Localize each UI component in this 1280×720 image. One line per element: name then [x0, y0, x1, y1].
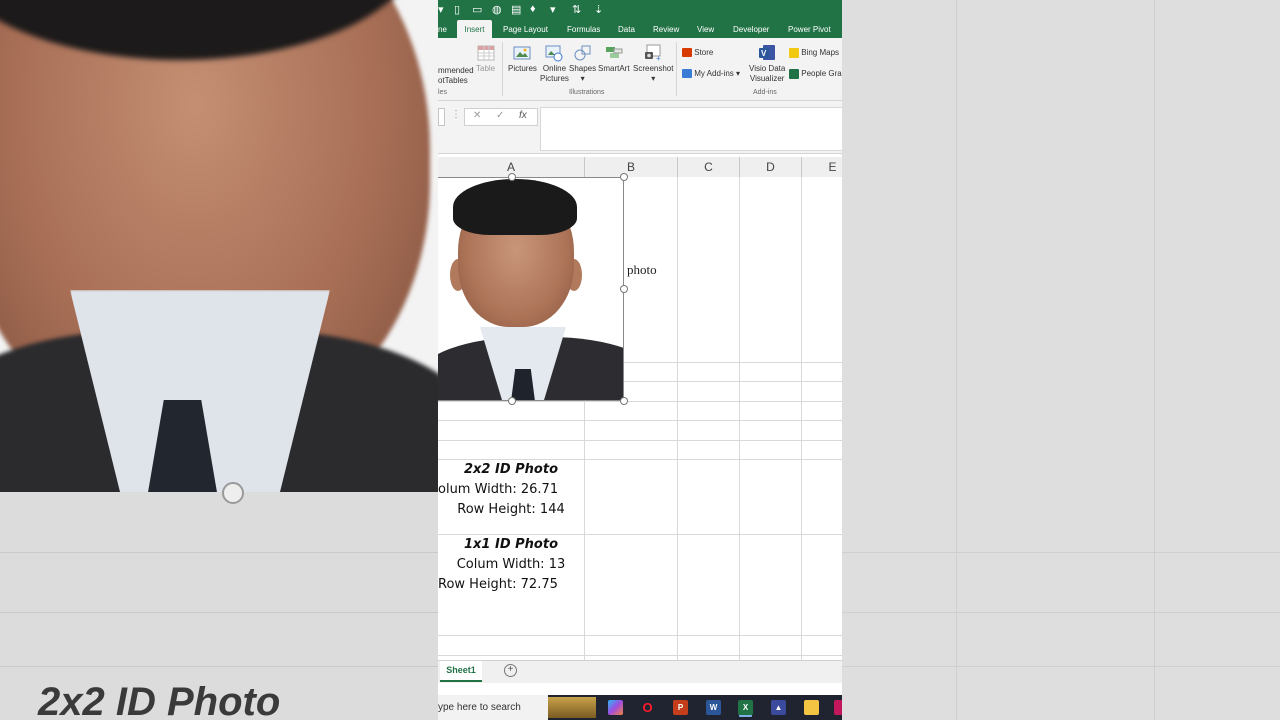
enter-icon[interactable]: ✓: [496, 110, 504, 121]
bing-maps-icon: [789, 48, 799, 58]
name-box[interactable]: [438, 108, 445, 126]
zoomed-caption: 2x2 ID Photo: [38, 680, 281, 720]
ribbon-tabs: ne Insert Page Layout Formulas Data Revi…: [438, 20, 842, 38]
copilot-icon[interactable]: [608, 700, 623, 715]
smartart-icon: [605, 47, 623, 58]
tab-home[interactable]: ne: [438, 20, 447, 38]
formula-buttons: ✕ ✓ fx: [464, 108, 538, 126]
bing-maps-button[interactable]: Bing Maps: [789, 48, 839, 58]
print-preview-icon[interactable]: ◍: [492, 3, 502, 16]
svg-text:+: +: [656, 54, 661, 62]
column-header-e[interactable]: E: [802, 157, 842, 177]
sheet-tab-sheet1[interactable]: Sheet1: [440, 661, 482, 682]
qat-icon[interactable]: ▾: [438, 3, 444, 16]
media-icon[interactable]: ▲: [771, 700, 786, 715]
resize-handle[interactable]: [620, 397, 628, 405]
customize-icon[interactable]: ⇣: [594, 3, 603, 16]
opera-icon[interactable]: O: [640, 700, 655, 715]
tab-developer[interactable]: Developer: [733, 20, 769, 38]
note-1x1-title: 1x1 ID Photo: [463, 537, 558, 552]
store-icon: [682, 48, 692, 58]
powerpoint-icon[interactable]: P: [673, 700, 688, 715]
resize-handle[interactable]: [620, 285, 628, 293]
print-icon[interactable]: ▤: [511, 3, 521, 16]
note-2x2-height: Row Height: 144: [457, 502, 565, 517]
note-2x2-title: 2x2 ID Photo: [463, 462, 558, 477]
resize-handle[interactable]: [620, 173, 628, 181]
image-selection-frame: [438, 177, 624, 401]
my-addins-button[interactable]: My Add-ins ▾: [682, 69, 740, 79]
taskbar-search[interactable]: ype here to search: [438, 695, 548, 720]
screenshot-icon: +: [645, 44, 661, 62]
svg-text:V: V: [761, 49, 767, 58]
online-pictures-button[interactable]: Online Pictures: [540, 44, 569, 84]
tab-data[interactable]: Data: [618, 20, 635, 38]
insert-function-icon[interactable]: fx: [519, 110, 527, 121]
visio-data-visualizer-button[interactable]: V Visio Data Visualizer: [749, 44, 785, 84]
tab-power-pivot[interactable]: Power Pivot: [788, 20, 831, 38]
resize-handle: [222, 482, 244, 504]
column-header-c[interactable]: C: [678, 157, 740, 177]
addins-group-label: Add-ins: [753, 89, 777, 96]
people-graph-button[interactable]: People Grap: [789, 69, 842, 79]
shapes-button[interactable]: Shapes ▾: [569, 44, 596, 84]
sheet-tabs-bar: Sheet1 +: [438, 660, 842, 683]
tab-page-layout[interactable]: Page Layout: [503, 20, 548, 38]
zoomed-grid-right: [842, 0, 1280, 720]
table-button[interactable]: Table: [476, 44, 495, 74]
shapes-icon: [574, 45, 591, 61]
excel-window: ▾ ▯ ▭ ◍ ▤ ♦ ▾ ⇅ ⇣ ne Insert Page Layout …: [438, 0, 842, 720]
file-explorer-icon[interactable]: [804, 700, 819, 715]
more-icon: ⋮: [451, 109, 461, 120]
people-graph-icon: [789, 69, 799, 79]
add-sheet-button[interactable]: +: [504, 664, 517, 677]
cancel-icon[interactable]: ✕: [473, 110, 481, 121]
tables-group-label: les: [438, 89, 447, 96]
excel-icon[interactable]: X: [738, 700, 753, 715]
app-icon[interactable]: [834, 700, 842, 715]
zoomed-photo: [0, 0, 438, 492]
formula-bar-area: ⋮ ✕ ✓ fx: [438, 101, 842, 154]
pictures-icon: [513, 46, 531, 60]
tab-review[interactable]: Review: [653, 20, 679, 38]
tab-view[interactable]: View: [697, 20, 714, 38]
smartart-button[interactable]: SmartArt: [598, 44, 630, 74]
dropdown-icon[interactable]: ▾: [550, 3, 556, 16]
search-highlight-image: [548, 697, 596, 718]
store-button[interactable]: Store: [682, 48, 713, 58]
screenshot-button[interactable]: + Screenshot ▾: [633, 44, 673, 84]
ribbon: mmended otTables Table les Pictures Onlin…: [438, 38, 842, 101]
quick-access-toolbar: ▾ ▯ ▭ ◍ ▤ ♦ ▾ ⇅ ⇣: [438, 0, 842, 20]
resize-handle[interactable]: [508, 173, 516, 181]
resize-handle[interactable]: [508, 397, 516, 405]
zoomed-screenshot-left: 2x2 ID Photo: [0, 0, 438, 720]
new-icon[interactable]: ▯: [454, 3, 460, 16]
recommended-pivottables-button[interactable]: mmended otTables: [438, 66, 474, 86]
illustrations-group-label: Illustrations: [569, 89, 605, 96]
sort-icon[interactable]: ⇅: [572, 3, 581, 16]
formula-input[interactable]: [540, 107, 842, 151]
tab-formulas[interactable]: Formulas: [567, 20, 600, 38]
open-icon[interactable]: ▭: [472, 3, 482, 16]
tab-insert[interactable]: Insert: [457, 20, 492, 38]
windows-taskbar: ype here to search O P W X ▲: [438, 695, 842, 720]
column-header-b[interactable]: B: [585, 157, 678, 177]
visio-icon: V: [759, 45, 776, 60]
note-1x1-height: Row Height: 72.75: [438, 577, 558, 592]
column-headers: A B C D E: [438, 157, 842, 178]
word-icon[interactable]: W: [706, 700, 721, 715]
pictures-button[interactable]: Pictures: [508, 44, 537, 74]
note-1x1-width: Colum Width: 13: [456, 557, 566, 572]
table-icon: [477, 45, 495, 61]
online-pictures-icon: [545, 45, 563, 62]
cell-b1-text: photo: [627, 262, 657, 277]
column-header-d[interactable]: D: [740, 157, 802, 177]
my-addins-icon: [682, 69, 692, 79]
note-2x2-width: olum Width: 26.71: [438, 482, 559, 497]
brush-icon[interactable]: ♦: [530, 3, 536, 15]
